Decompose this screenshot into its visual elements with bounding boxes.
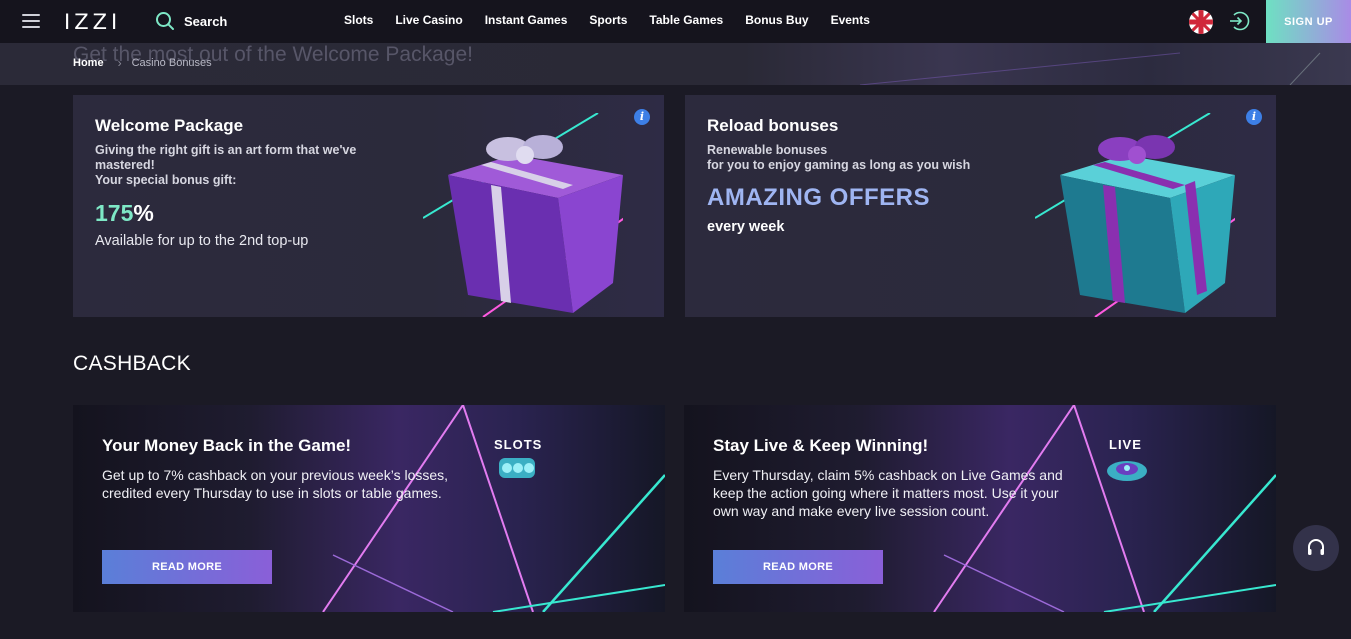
reload-subtitle-line2: for you to enjoy gaming as long as you w… <box>707 158 971 172</box>
cashback-live-title: Stay Live & Keep Winning! <box>713 436 929 455</box>
search-button[interactable]: Search <box>155 11 227 31</box>
welcome-subtitle-line2: Your special bonus gift: <box>95 173 237 187</box>
reload-highlight: AMAZING OFFERS <box>707 184 930 211</box>
welcome-percent-sign: % <box>133 200 154 226</box>
live-badge: LIVE <box>1109 437 1142 452</box>
welcome-subtitle: Giving the right gift is an art form tha… <box>95 143 405 188</box>
menu-icon[interactable] <box>22 14 40 28</box>
cashback-live-text: Every Thursday, claim 5% cashback on Liv… <box>713 467 1063 519</box>
welcome-title: Welcome Package <box>95 116 244 135</box>
slot-machine-icon <box>499 458 535 478</box>
cashback-section-title: CASHBACK <box>73 352 191 375</box>
page-banner: Get the most out of the Welcome Package!… <box>0 43 1351 85</box>
reload-frequency: every week <box>707 219 785 235</box>
main-nav: Slots Live Casino Instant Games Sports T… <box>344 13 892 27</box>
reload-subtitle: Renewable bonuses for you to enjoy gamin… <box>707 143 1017 173</box>
welcome-footer: Available for up to the 2nd top-up <box>95 233 309 249</box>
roulette-icon <box>1107 461 1147 481</box>
search-label: Search <box>184 13 228 29</box>
welcome-package-card[interactable]: Welcome Package Giving the right gift is… <box>73 95 664 317</box>
info-icon[interactable]: i <box>1246 109 1262 125</box>
reload-bonuses-card[interactable]: Reload bonuses Renewable bonuses for you… <box>685 95 1276 317</box>
nav-bonus-buy[interactable]: Bonus Buy <box>745 13 808 27</box>
search-icon <box>156 12 174 30</box>
login-icon[interactable] <box>1228 10 1250 32</box>
reload-subtitle-line1: Renewable bonuses <box>707 143 828 157</box>
purple-gift-icon <box>423 113 623 317</box>
signup-button[interactable]: SIGN UP <box>1266 0 1351 43</box>
read-more-button-live[interactable]: READ MORE <box>713 550 883 584</box>
nav-sports[interactable]: Sports <box>589 13 627 27</box>
cashback-slots-text: Get up to 7% cashback on your previous w… <box>102 467 449 501</box>
slots-badge: SLOTS <box>494 437 543 452</box>
breadcrumb-current: Casino Bonuses <box>131 57 212 69</box>
uk-flag-icon[interactable] <box>1189 10 1213 34</box>
cashback-card-slots[interactable]: Your Money Back in the Game! Get up to 7… <box>73 405 665 612</box>
welcome-percent: 175% <box>95 200 154 227</box>
welcome-subtitle-line1: Giving the right gift is an art form tha… <box>95 143 357 172</box>
nav-table-games[interactable]: Table Games <box>649 13 723 27</box>
teal-gift-icon <box>1035 113 1235 317</box>
breadcrumb: Home › Casino Bonuses <box>73 56 212 70</box>
headset-icon <box>1308 539 1324 555</box>
support-chat-button[interactable] <box>1293 525 1339 571</box>
top-header: IZZI Search Slots Live Casino Instant Ga… <box>0 0 1351 43</box>
nav-live-casino[interactable]: Live Casino <box>395 13 462 27</box>
nav-slots[interactable]: Slots <box>344 13 373 27</box>
read-more-button-slots[interactable]: READ MORE <box>102 550 272 584</box>
reload-title: Reload bonuses <box>707 116 839 135</box>
cashback-slots-title: Your Money Back in the Game! <box>102 436 352 455</box>
nav-events[interactable]: Events <box>831 13 870 27</box>
info-icon[interactable]: i <box>634 109 650 125</box>
welcome-percent-number: 175 <box>95 200 134 226</box>
breadcrumb-home[interactable]: Home <box>73 57 104 69</box>
nav-instant-games[interactable]: Instant Games <box>485 13 568 27</box>
site-logo[interactable]: IZZI <box>64 10 121 34</box>
cashback-card-live[interactable]: Stay Live & Keep Winning! Every Thursday… <box>684 405 1276 612</box>
chevron-right-icon: › <box>117 56 122 70</box>
